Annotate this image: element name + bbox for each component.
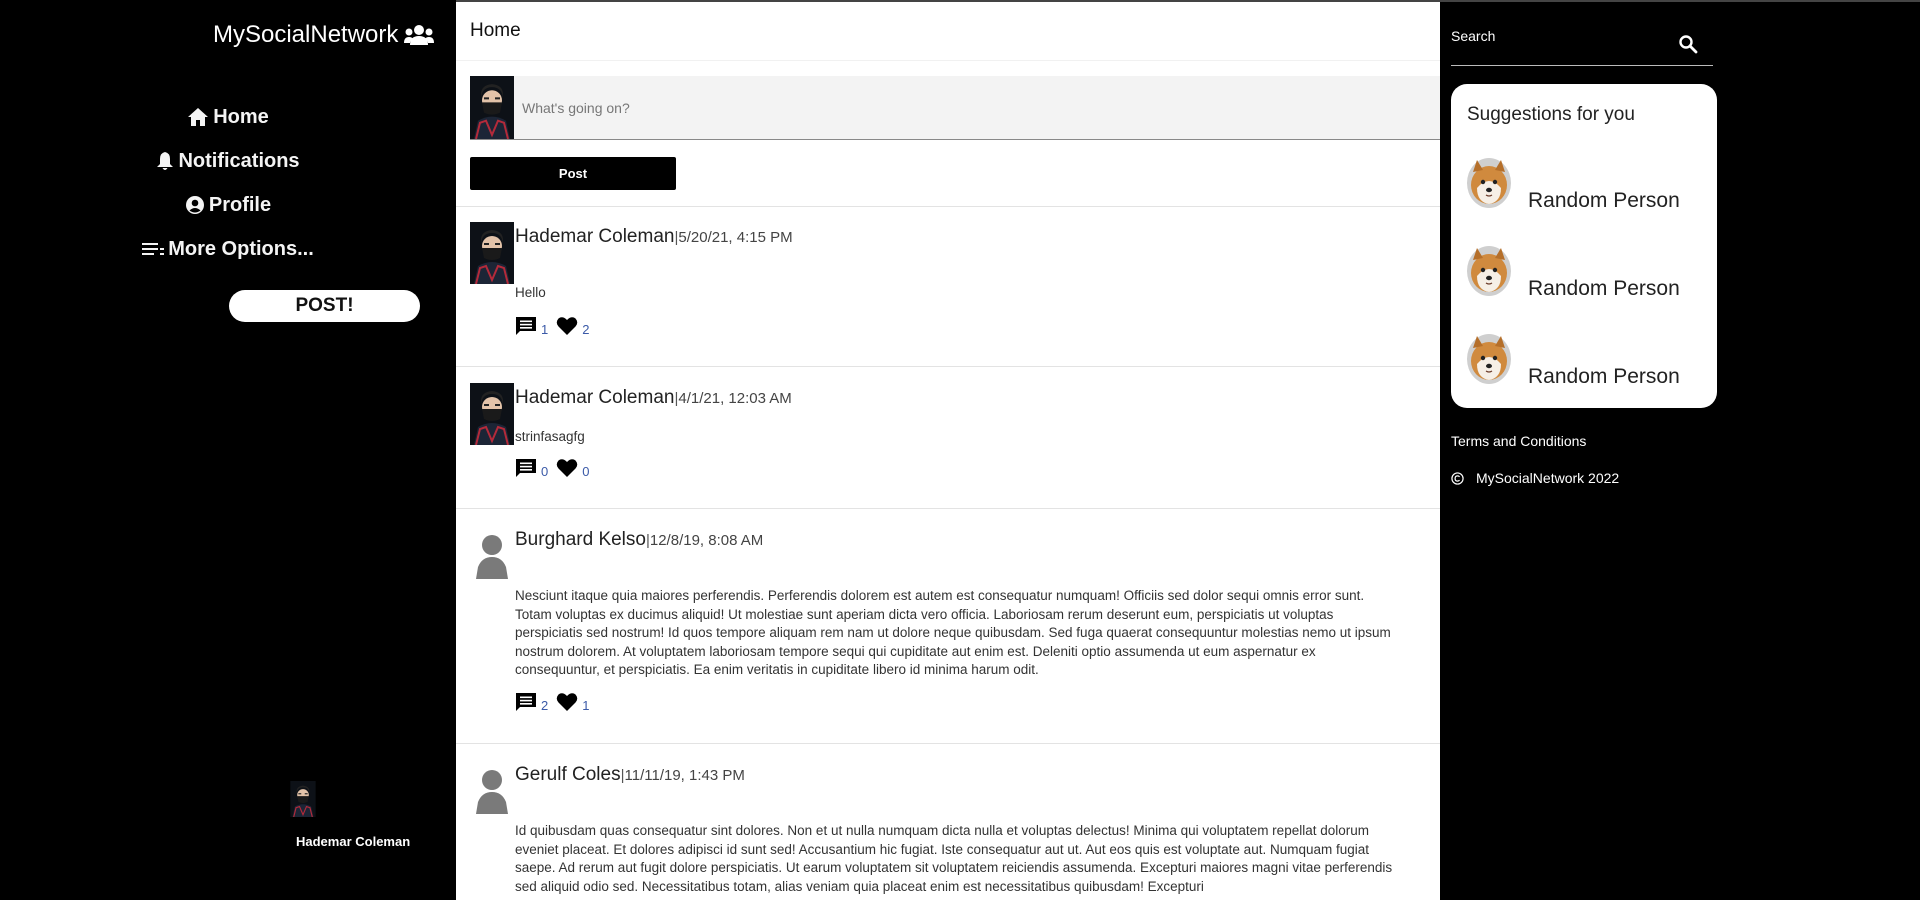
- suggestion-item[interactable]: Random Person: [1467, 246, 1707, 306]
- current-user-name[interactable]: Hademar Coleman: [296, 834, 410, 849]
- post-header: Gerulf Coles | 11/11/19, 1:43 PM: [515, 764, 745, 786]
- post-body: strinfasagfg: [515, 429, 585, 444]
- suggestions-card: Suggestions for you Random Person Random…: [1451, 84, 1717, 408]
- comment-count: 1: [541, 322, 549, 337]
- right-sidebar: Suggestions for you Random Person Random…: [1440, 2, 1920, 900]
- post-actions: 0 0: [515, 458, 597, 478]
- divider: [456, 366, 1440, 367]
- nav-profile-label: Profile: [208, 193, 272, 216]
- post-author[interactable]: Hademar Coleman: [515, 387, 674, 409]
- suggestion-name: Random Person: [1528, 365, 1680, 388]
- suggestion-item[interactable]: Random Person: [1467, 334, 1707, 394]
- search-icon[interactable]: [1678, 34, 1698, 54]
- composer-input[interactable]: [522, 76, 1422, 139]
- post-body: Id quibusdam quas consequatur sint dolor…: [515, 823, 1393, 894]
- list-icon: [142, 243, 165, 255]
- post-actions: 1 2: [515, 316, 597, 336]
- post-body: Hello: [515, 285, 546, 300]
- page-title: Home: [470, 20, 521, 41]
- suggestion-avatar: [1467, 334, 1511, 384]
- post-author[interactable]: Hademar Coleman: [515, 226, 674, 248]
- post-actions: 2 1: [515, 692, 597, 712]
- post-avatar-placeholder[interactable]: [474, 533, 510, 579]
- comment-icon[interactable]: [515, 316, 537, 336]
- heart-icon[interactable]: [556, 458, 578, 478]
- divider: [456, 206, 1440, 207]
- search-bar: [1451, 16, 1713, 66]
- home-icon: [188, 108, 209, 126]
- suggestion-avatar: [1467, 246, 1511, 296]
- nav-home-label: Home: [213, 105, 269, 128]
- current-user-avatar[interactable]: [287, 781, 319, 817]
- feed-post: Gerulf Coles | 11/11/19, 1:43 PM Id quib…: [456, 760, 1440, 900]
- post-author[interactable]: Burghard Kelso: [515, 529, 646, 551]
- nav-more-options-label: More Options...: [168, 237, 314, 260]
- copyright: MySocialNetwork 2022: [1451, 470, 1619, 486]
- like-count: 1: [582, 698, 590, 713]
- post-date: 11/11/19, 1:43 PM: [624, 767, 745, 784]
- main-feed: Home Post Hademar Coleman | 5/20/21, 4:1…: [456, 2, 1440, 900]
- post-avatar[interactable]: [470, 383, 514, 445]
- suggestion-name: Random Person: [1528, 189, 1680, 212]
- nav-notifications[interactable]: Notifications: [0, 139, 456, 183]
- nav-profile[interactable]: Profile: [0, 183, 456, 227]
- search-input[interactable]: [1451, 24, 1671, 48]
- feed-post: Hademar Coleman | 5/20/21, 4:15 PM Hello…: [456, 222, 1440, 367]
- terms-link[interactable]: Terms and Conditions: [1451, 433, 1586, 449]
- nav-home[interactable]: Home: [0, 95, 456, 139]
- copyright-text: MySocialNetwork 2022: [1476, 470, 1620, 486]
- brand[interactable]: MySocialNetwork: [213, 20, 435, 50]
- post-avatar-placeholder[interactable]: [474, 768, 510, 814]
- heart-icon[interactable]: [556, 316, 578, 336]
- suggestion-avatar: [1467, 158, 1511, 208]
- post-author[interactable]: Gerulf Coles: [515, 764, 621, 786]
- brand-name: MySocialNetwork: [213, 21, 399, 48]
- sidebar-post-button[interactable]: POST!: [229, 290, 420, 322]
- comment-icon[interactable]: [515, 458, 537, 478]
- users-icon: [404, 25, 435, 45]
- composer-avatar: [470, 76, 514, 139]
- nav-notifications-label: Notifications: [178, 149, 300, 172]
- post-header: Hademar Coleman | 5/20/21, 4:15 PM: [515, 226, 793, 248]
- left-sidebar: MySocialNetwork Home Notifications Profi…: [0, 0, 456, 900]
- divider: [456, 508, 1440, 509]
- post-date: 12/8/19, 8:08 AM: [649, 532, 764, 549]
- post-body: Nesciunt itaque quia maiores perferendis…: [515, 588, 1391, 678]
- suggestions-title: Suggestions for you: [1467, 104, 1635, 125]
- main-nav: Home Notifications Profile More Options.…: [0, 95, 456, 271]
- composer: [470, 76, 1440, 140]
- post-header: Hademar Coleman | 4/1/21, 12:03 AM: [515, 387, 792, 409]
- post-button[interactable]: Post: [470, 157, 676, 190]
- like-count: 2: [582, 322, 590, 337]
- heart-icon[interactable]: [556, 692, 578, 712]
- copyright-icon: [1451, 471, 1464, 485]
- suggestion-item[interactable]: Random Person: [1467, 158, 1707, 218]
- post-avatar[interactable]: [470, 222, 514, 284]
- nav-more-options[interactable]: More Options...: [0, 227, 456, 271]
- divider: [456, 743, 1440, 744]
- suggestion-name: Random Person: [1528, 277, 1680, 300]
- user-circle-icon: [185, 196, 204, 214]
- feed-post: Hademar Coleman | 4/1/21, 12:03 AM strin…: [456, 383, 1440, 508]
- post-date: 5/20/21, 4:15 PM: [678, 229, 793, 246]
- post-header: Burghard Kelso | 12/8/19, 8:08 AM: [515, 529, 763, 551]
- comment-count: 2: [541, 698, 549, 713]
- feed-post: Burghard Kelso | 12/8/19, 8:08 AM Nesciu…: [456, 525, 1440, 745]
- comment-icon[interactable]: [515, 692, 537, 712]
- comment-count: 0: [541, 464, 549, 479]
- divider: [456, 60, 1440, 61]
- like-count: 0: [582, 464, 590, 479]
- bell-icon: [157, 152, 174, 170]
- post-date: 4/1/21, 12:03 AM: [678, 390, 792, 407]
